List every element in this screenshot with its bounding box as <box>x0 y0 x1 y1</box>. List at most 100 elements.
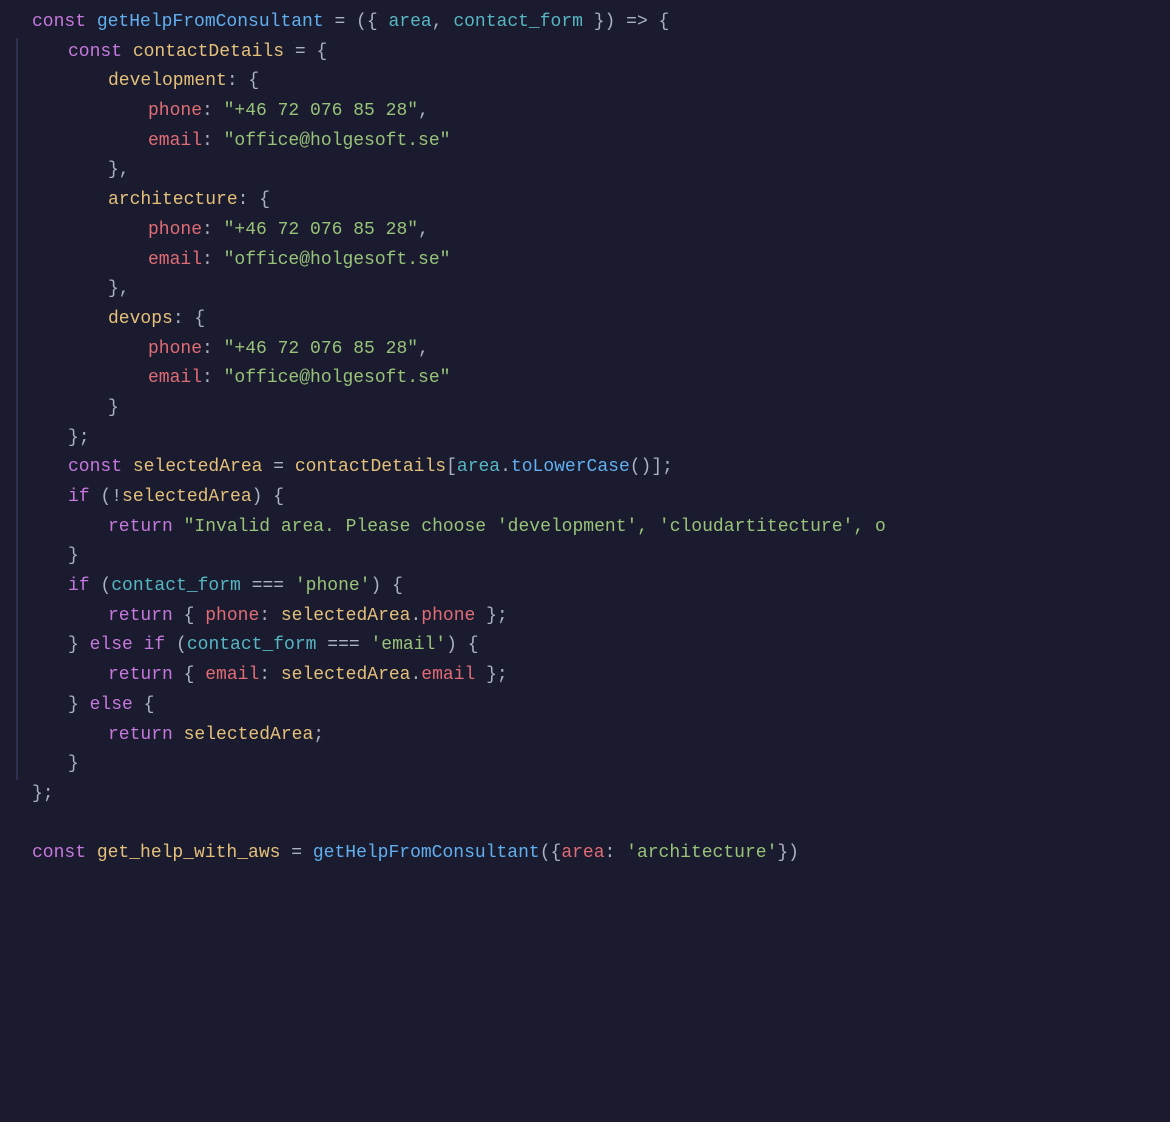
token-method: toLowerCase <box>511 453 630 482</box>
token-plain: , <box>418 216 429 245</box>
code-line: }, <box>16 275 1170 305</box>
token-plain: ({ <box>540 839 562 868</box>
code-line: return { email: selectedArea.email }; <box>16 661 1170 691</box>
token-prop: email <box>148 127 202 156</box>
token-plain: ) => { <box>605 8 670 37</box>
code-line: return selectedArea; <box>16 721 1170 751</box>
token-prop: phone <box>148 97 202 126</box>
token-plain: : { <box>173 305 205 334</box>
token-plain: : <box>202 127 224 156</box>
code-line <box>16 810 1170 840</box>
code-line: const getHelpFromConsultant = ({ area, c… <box>16 8 1170 38</box>
token-prop: email <box>148 246 202 275</box>
token-plain: : <box>202 246 224 275</box>
token-kw: return <box>108 513 184 542</box>
token-kw: return <box>108 602 184 631</box>
code-line: }; <box>16 780 1170 810</box>
token-plain: === <box>241 572 295 601</box>
token-plain: = { <box>284 38 327 67</box>
token-plain: }; <box>68 424 90 453</box>
token-prop: area <box>561 839 604 868</box>
token-kw: return <box>108 661 184 690</box>
token-str: "+46 72 076 85 28" <box>224 97 418 126</box>
code-line: } else { <box>16 691 1170 721</box>
token-plain: } <box>68 750 79 779</box>
token-kw: const <box>68 453 133 482</box>
code-line: }; <box>16 424 1170 454</box>
token-obj-key: development <box>108 67 227 96</box>
token-plain: = <box>280 839 312 868</box>
code-line: return { phone: selectedArea.phone }; <box>16 602 1170 632</box>
token-plain: } <box>68 542 79 571</box>
code-line: phone: "+46 72 076 85 28", <box>16 216 1170 246</box>
token-plain: = <box>262 453 294 482</box>
token-plain: ( <box>176 631 187 660</box>
token-plain: : <box>202 364 224 393</box>
token-var: selectedArea <box>133 453 263 482</box>
token-kw: if <box>68 483 100 512</box>
code-line: } <box>16 750 1170 780</box>
code-line: devops: { <box>16 305 1170 335</box>
token-obj-key: devops <box>108 305 173 334</box>
token-var: contactDetails <box>133 38 284 67</box>
token-str: 'architecture' <box>626 839 777 868</box>
code-line: const contactDetails = { <box>16 38 1170 68</box>
token-var: contactDetails <box>295 453 446 482</box>
code-line: email: "office@holgesoft.se" <box>16 127 1170 157</box>
token-plain: }; <box>475 661 507 690</box>
token-plain: (! <box>100 483 122 512</box>
token-kw: const <box>32 839 97 868</box>
token-plain: ; <box>313 721 324 750</box>
token-plain: : <box>202 216 224 245</box>
token-plain: . <box>500 453 511 482</box>
token-str: 'phone' <box>295 572 371 601</box>
token-plain: = ( <box>324 8 367 37</box>
token-plain: }; <box>475 602 507 631</box>
token-fn: getHelpFromConsultant <box>313 839 540 868</box>
code-line: phone: "+46 72 076 85 28", <box>16 335 1170 365</box>
token-prop: phone <box>148 216 202 245</box>
code-line: phone: "+46 72 076 85 28", <box>16 97 1170 127</box>
token-plain: === <box>316 631 370 660</box>
token-punc: , <box>432 8 454 37</box>
token-plain: { <box>184 602 206 631</box>
token-prop: phone <box>148 335 202 364</box>
token-kw: else if <box>90 631 176 660</box>
token-kw: if <box>68 572 100 601</box>
token-kw: else <box>90 691 144 720</box>
token-str: "+46 72 076 85 28" <box>224 216 418 245</box>
token-cyan: area <box>457 453 500 482</box>
token-kw: return <box>108 721 184 750</box>
code-line: email: "office@holgesoft.se" <box>16 364 1170 394</box>
code-line: } else if (contact_form === 'email') { <box>16 631 1170 661</box>
token-plain: : <box>202 97 224 126</box>
token-kw: const <box>68 38 133 67</box>
token-plain: { <box>184 661 206 690</box>
token-cyan: contact_form <box>453 8 583 37</box>
token-str: "office@holgesoft.se" <box>224 364 451 393</box>
code-line: email: "office@holgesoft.se" <box>16 246 1170 276</box>
token-punc: { <box>367 8 389 37</box>
token-var: selectedArea <box>281 602 411 631</box>
code-line: } <box>16 542 1170 572</box>
token-plain: . <box>410 661 421 690</box>
token-plain: , <box>418 97 429 126</box>
token-var: selectedArea <box>122 483 252 512</box>
token-plain: , <box>418 335 429 364</box>
token-prop: phone <box>205 602 259 631</box>
token-plain: : { <box>227 67 259 96</box>
token-plain: ()]; <box>630 453 673 482</box>
token-plain: ) { <box>252 483 284 512</box>
token-plain: : { <box>238 186 270 215</box>
code-line: development: { <box>16 67 1170 97</box>
token-fn: getHelpFromConsultant <box>97 8 324 37</box>
token-prop: email <box>421 661 475 690</box>
token-plain: ) { <box>446 631 478 660</box>
token-prop: email <box>148 364 202 393</box>
token-plain: } <box>108 394 119 423</box>
code-line: return "Invalid area. Please choose 'dev… <box>16 513 1170 543</box>
code-line: if (contact_form === 'phone') { <box>16 572 1170 602</box>
code-line: }, <box>16 156 1170 186</box>
token-var: get_help_with_aws <box>97 839 281 868</box>
token-plain: : <box>202 335 224 364</box>
